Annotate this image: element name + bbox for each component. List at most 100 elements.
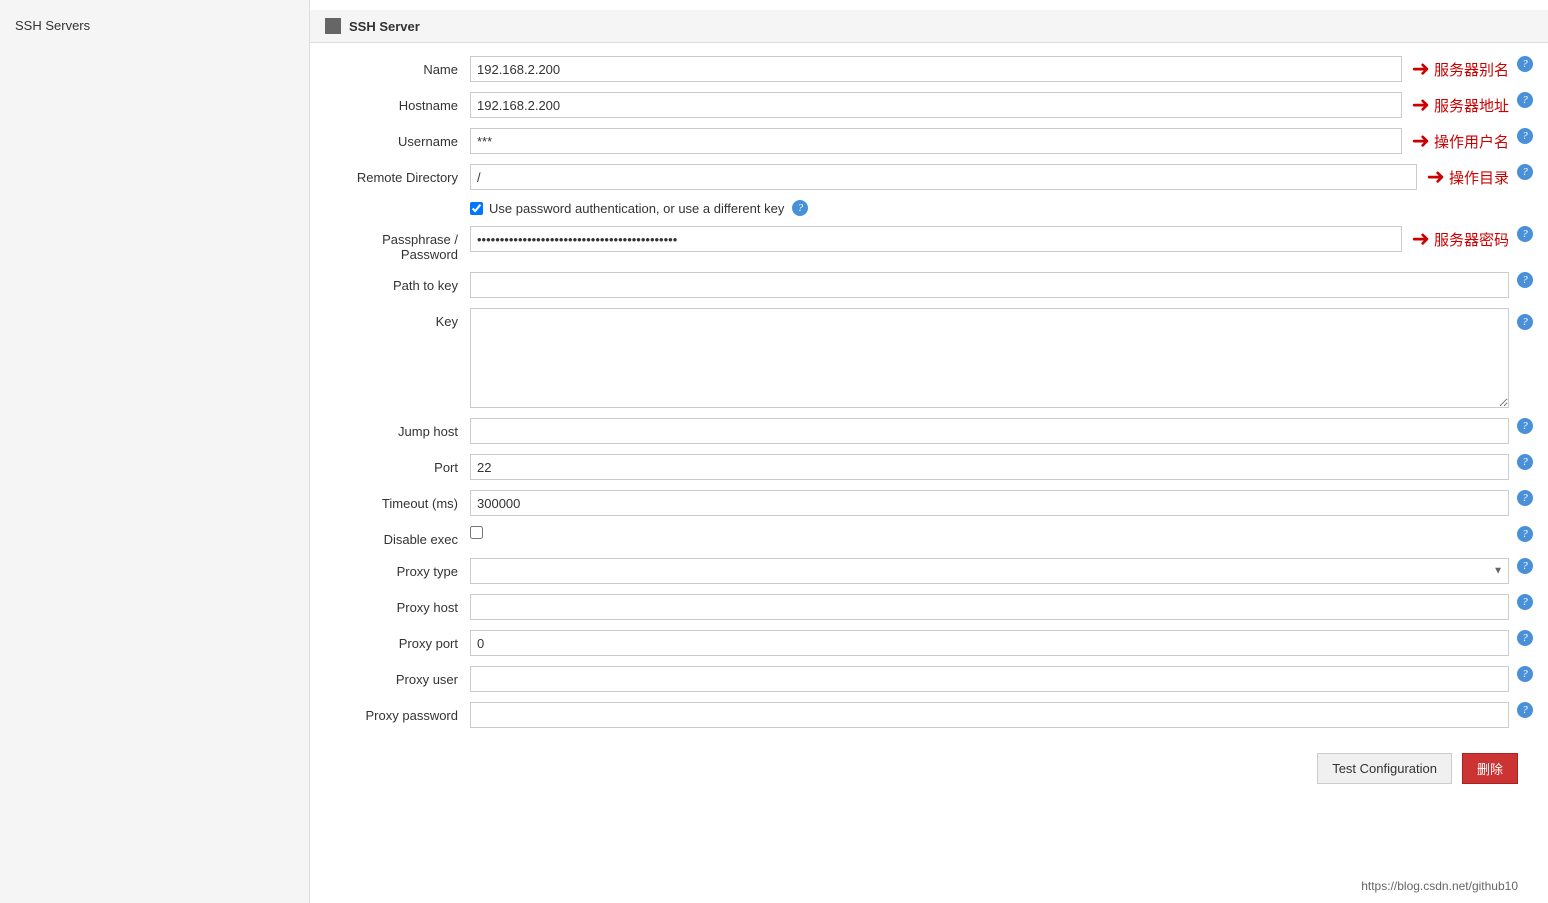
proxy-host-label: Proxy host xyxy=(325,594,470,615)
username-input[interactable] xyxy=(470,128,1402,154)
path-to-key-field xyxy=(470,272,1509,298)
remote-dir-annotation: 操作目录 xyxy=(1449,167,1509,188)
proxy-password-row: Proxy password ? xyxy=(310,697,1548,733)
proxy-user-label: Proxy user xyxy=(325,666,470,687)
proxy-type-field: HTTP SOCKS4 SOCKS5 ▼ xyxy=(470,558,1509,584)
use-password-checkbox[interactable] xyxy=(470,202,483,215)
timeout-field xyxy=(470,490,1509,516)
disable-exec-help-icon[interactable]: ? xyxy=(1517,526,1533,542)
jump-host-label: Jump host xyxy=(325,418,470,439)
path-to-key-input[interactable] xyxy=(470,272,1509,298)
username-help-icon[interactable]: ? xyxy=(1517,128,1533,144)
remote-dir-arrow: ➜ xyxy=(1427,164,1445,190)
hostname-arrow: ➜ xyxy=(1412,92,1430,118)
passphrase-row: Passphrase / Password ➜ 服务器密码 ? xyxy=(310,221,1548,267)
name-help-icon[interactable]: ? xyxy=(1517,56,1533,72)
jump-host-row: Jump host ? xyxy=(310,413,1548,449)
proxy-host-input[interactable] xyxy=(470,594,1509,620)
section-header: SSH Server xyxy=(310,10,1548,43)
test-config-button[interactable]: Test Configuration xyxy=(1317,753,1452,784)
key-textarea[interactable] xyxy=(470,308,1509,408)
proxy-port-help-icon[interactable]: ? xyxy=(1517,630,1533,646)
path-to-key-help-icon[interactable]: ? xyxy=(1517,272,1533,288)
proxy-type-help-icon[interactable]: ? xyxy=(1517,558,1533,574)
remote-dir-field xyxy=(470,164,1417,190)
section-title: SSH Server xyxy=(349,19,420,34)
use-password-row: Use password authentication, or use a di… xyxy=(310,195,1548,221)
timeout-help-icon[interactable]: ? xyxy=(1517,490,1533,506)
jump-host-input[interactable] xyxy=(470,418,1509,444)
sidebar-title: SSH Servers xyxy=(0,10,309,41)
passphrase-help-icon[interactable]: ? xyxy=(1517,226,1533,242)
disable-exec-row: Disable exec ? xyxy=(310,521,1548,553)
proxy-host-help-icon[interactable]: ? xyxy=(1517,594,1533,610)
proxy-port-label: Proxy port xyxy=(325,630,470,651)
jump-host-field xyxy=(470,418,1509,444)
sidebar: SSH Servers xyxy=(0,0,310,903)
remote-dir-annotation-container: ➜ 操作目录 xyxy=(1427,164,1509,190)
path-to-key-row: Path to key ? xyxy=(310,267,1548,303)
proxy-type-select-wrapper: HTTP SOCKS4 SOCKS5 ▼ xyxy=(470,558,1509,584)
username-annotation: 操作用户名 xyxy=(1434,131,1509,152)
passphrase-label: Passphrase / Password xyxy=(325,226,470,262)
hostname-row: Hostname ➜ 服务器地址 ? xyxy=(310,87,1548,123)
remote-dir-field-container: ➜ 操作目录 xyxy=(470,164,1509,190)
timeout-row: Timeout (ms) ? xyxy=(310,485,1548,521)
hostname-label: Hostname xyxy=(325,92,470,113)
proxy-port-input[interactable] xyxy=(470,630,1509,656)
ssh-server-icon xyxy=(325,18,341,34)
passphrase-input[interactable] xyxy=(470,226,1402,252)
port-row: Port ? xyxy=(310,449,1548,485)
proxy-password-field xyxy=(470,702,1509,728)
username-field xyxy=(470,128,1402,154)
delete-button[interactable]: 删除 xyxy=(1462,753,1518,784)
port-field xyxy=(470,454,1509,480)
use-password-label: Use password authentication, or use a di… xyxy=(489,201,784,216)
remote-dir-input[interactable] xyxy=(470,164,1417,190)
username-label: Username xyxy=(325,128,470,149)
use-password-help-icon[interactable]: ? xyxy=(792,200,808,216)
name-annotation: 服务器别名 xyxy=(1434,59,1509,80)
timeout-input[interactable] xyxy=(470,490,1509,516)
proxy-host-field xyxy=(470,594,1509,620)
proxy-password-input[interactable] xyxy=(470,702,1509,728)
hostname-field xyxy=(470,92,1402,118)
key-label: Key xyxy=(325,308,470,329)
key-help-icon[interactable]: ? xyxy=(1517,314,1533,330)
passphrase-annotation: 服务器密码 xyxy=(1434,229,1509,250)
port-help-icon[interactable]: ? xyxy=(1517,454,1533,470)
remote-dir-row: Remote Directory ➜ 操作目录 ? xyxy=(310,159,1548,195)
proxy-password-label: Proxy password xyxy=(325,702,470,723)
hostname-help-icon[interactable]: ? xyxy=(1517,92,1533,108)
name-input[interactable] xyxy=(470,56,1402,82)
proxy-type-row: Proxy type HTTP SOCKS4 SOCKS5 ▼ ? xyxy=(310,553,1548,589)
main-content: SSH Server Name ➜ 服务器别名 ? Hostname xyxy=(310,0,1548,903)
name-annotation-container: ➜ 服务器别名 xyxy=(1412,56,1509,82)
hostname-annotation: 服务器地址 xyxy=(1434,95,1509,116)
port-input[interactable] xyxy=(470,454,1509,480)
remote-dir-help-icon[interactable]: ? xyxy=(1517,164,1533,180)
username-arrow: ➜ xyxy=(1412,128,1430,154)
name-field-container: ➜ 服务器别名 xyxy=(470,56,1509,82)
passphrase-arrow: ➜ xyxy=(1412,226,1430,252)
proxy-user-input[interactable] xyxy=(470,666,1509,692)
proxy-type-select[interactable]: HTTP SOCKS4 SOCKS5 xyxy=(470,558,1509,584)
key-row: Key ? xyxy=(310,303,1548,413)
name-arrow: ➜ xyxy=(1412,56,1430,82)
timeout-label: Timeout (ms) xyxy=(325,490,470,511)
port-label: Port xyxy=(325,454,470,475)
path-to-key-label: Path to key xyxy=(325,272,470,293)
hostname-input[interactable] xyxy=(470,92,1402,118)
username-row: Username ➜ 操作用户名 ? xyxy=(310,123,1548,159)
disable-exec-label: Disable exec xyxy=(325,526,470,547)
key-field xyxy=(470,308,1509,408)
hostname-field-container: ➜ 服务器地址 xyxy=(470,92,1509,118)
jump-host-help-icon[interactable]: ? xyxy=(1517,418,1533,434)
disable-exec-field xyxy=(470,526,1509,539)
proxy-password-help-icon[interactable]: ? xyxy=(1517,702,1533,718)
proxy-user-help-icon[interactable]: ? xyxy=(1517,666,1533,682)
proxy-type-label: Proxy type xyxy=(325,558,470,579)
name-row: Name ➜ 服务器别名 ? xyxy=(310,51,1548,87)
passphrase-field-container: ➜ 服务器密码 xyxy=(470,226,1509,252)
disable-exec-checkbox[interactable] xyxy=(470,526,483,539)
